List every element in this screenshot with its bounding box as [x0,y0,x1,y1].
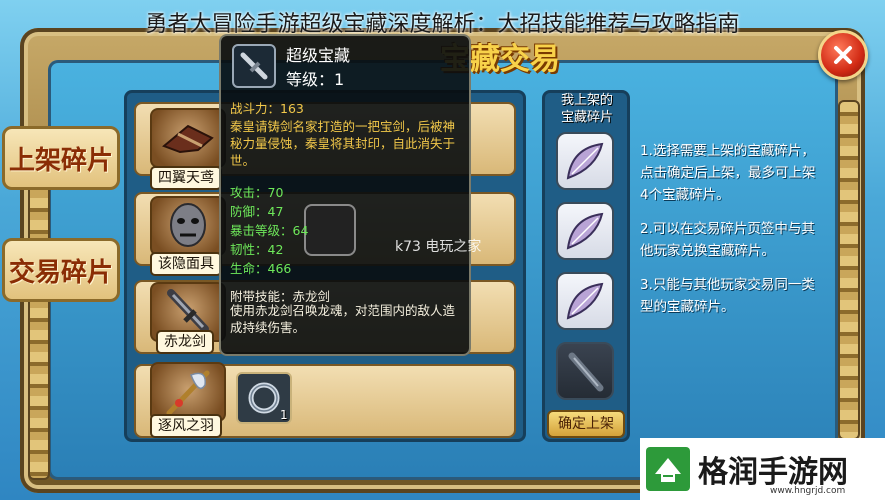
shelf-title: 我上架的 宝藏碎片 [546,92,628,126]
feather-staff-icon [150,362,226,422]
tooltip-stat-toughness: 韧性：42 [230,242,284,257]
instruction-3: 3.只能与其他玩家交易同一类型的宝藏碎片。 [640,277,815,315]
instructions: 1.选择需要上架的宝藏碎片，点击确定后上架，最多可上架4个宝藏碎片。 2.可以在… [640,140,820,330]
watermark: k73 电玩之家 [395,239,482,255]
wing-glider-icon [150,108,226,168]
brand-logo-block: 格润手游网 [640,438,885,500]
shelf-slot[interactable] [556,132,614,190]
tooltip-sword-icon [232,44,276,88]
instruction-1: 1.选择需要上架的宝藏碎片，点击确定后上架，最多可上架4个宝藏碎片。 [640,143,816,203]
brand-url: www.hngrjd.com [770,486,846,496]
feather-shard-icon [566,282,604,320]
item-label: 赤龙剑 [156,330,214,354]
tooltip-level: 等级：1 [286,70,345,89]
close-icon [834,46,852,64]
tooltip-description: 秦皇请铸剑名家打造的一把宝剑，后被神秘力量侵蚀，秦皇将其封印，自此消失于世。 [230,119,456,168]
item-label: 该隐面具 [150,252,222,276]
close-button[interactable] [818,30,868,80]
right-pillar [838,100,860,440]
ring-icon [248,382,280,414]
tab-list-shards[interactable]: 上架碎片 [2,126,120,190]
tooltip-stat-defense: 防御：47 [230,204,284,219]
brand-logo-icon [646,447,690,491]
tooltip-skill-description: 使用赤龙剑召唤龙魂，对范围内的敌人造成持续伤害。 [230,303,456,335]
shelf-title-line2: 宝藏碎片 [560,110,613,125]
tooltip-stat-hp: 生命：466 [230,261,292,276]
tooltip-shard-slot-icon [304,204,356,256]
blade-shard-icon [568,352,604,392]
instruction-2: 2.可以在交易碎片页签中与其他玩家兑换宝藏碎片。 [640,221,815,259]
feather-shard-icon [566,142,604,180]
ring-count: 1 [280,408,288,422]
shelf-slot[interactable] [556,272,614,330]
brand-name: 格润手游网 [698,455,848,490]
tooltip-name: 超级宝藏 [286,46,351,65]
shelf-title-line1: 我上架的 [560,93,613,108]
tooltip-stat-crit: 暴击等级：64 [230,223,309,238]
mask-icon [150,196,226,256]
tooltip-stat-attack: 攻击：70 [230,185,284,200]
confirm-list-button[interactable]: 确定上架 [547,410,625,438]
item-label: 四翼天鸢 [150,166,222,190]
tooltip-power: 战斗力：163 [230,101,304,116]
shelf-slot[interactable] [556,202,614,260]
tab-trade-shards[interactable]: 交易碎片 [2,238,120,302]
shelf-slot[interactable] [556,342,614,400]
feather-shard-icon [566,212,604,250]
item-label: 逐风之羽 [150,414,222,438]
